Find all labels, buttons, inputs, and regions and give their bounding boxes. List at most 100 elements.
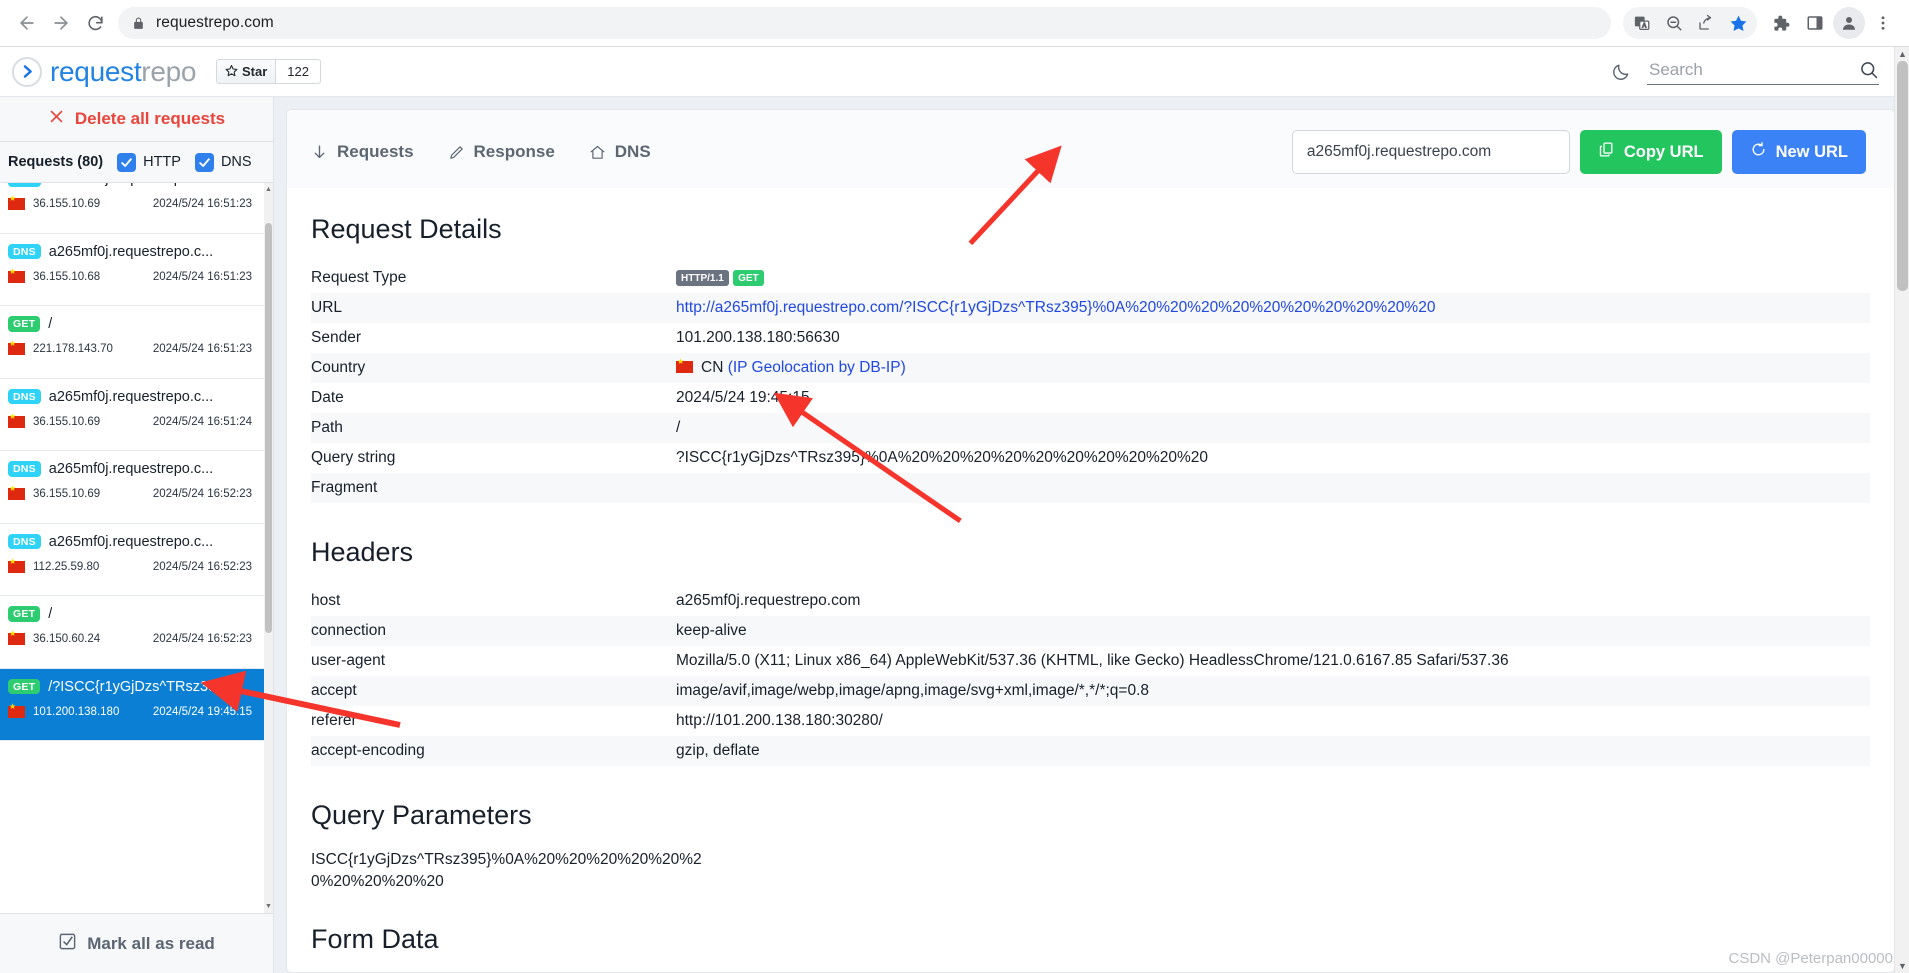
extensions-icon[interactable]	[1765, 7, 1797, 39]
star-outline-icon	[225, 64, 238, 80]
detail-value: HTTP/1.1 GET	[676, 263, 1870, 293]
detail-value: 101.200.138.180:56630	[676, 329, 840, 346]
list-item-title: a265mf0j.requestrepo.c...	[48, 533, 214, 550]
star-button[interactable]: Star	[216, 59, 277, 84]
filter-dns[interactable]: DNS	[194, 152, 252, 172]
headers-title: Headers	[311, 537, 414, 567]
filters-row: Requests (80) HTTP DNS	[0, 142, 273, 183]
list-item[interactable]: DNS a265mf0j.requestrepo.c... 36.155.10.68…	[0, 233, 264, 306]
list-item[interactable]: GET /?ISCC{r1yGjDzs^TRsz39... 101.200.138.…	[0, 668, 264, 741]
list-item[interactable]: DNS a265mf0j.requestrepo.c... 36.155.10.69…	[0, 183, 264, 234]
page-scroll-down-arrow-icon[interactable]: ▼	[1895, 959, 1909, 973]
list-item-meta: 112.25.59.80 2024/5/24 16:52:23	[8, 558, 252, 573]
scrollbar-thumb[interactable]	[265, 223, 272, 633]
scroll-up-arrow-icon[interactable]: ▲	[264, 183, 273, 196]
filter-dns-label: DNS	[220, 154, 252, 170]
checkbox-checked-icon[interactable]	[194, 152, 214, 172]
mark-all-as-read-button[interactable]: Mark all as read	[0, 913, 273, 973]
tab-response[interactable]: Response	[448, 142, 555, 162]
detail-key: Fragment	[311, 473, 676, 503]
card-toolbar: Requests Response DNS a265mf0j.requestre…	[287, 110, 1894, 188]
header-value: Mozilla/5.0 (X11; Linux x86_64) AppleWeb…	[676, 652, 1509, 669]
list-item-title: /?ISCC{r1yGjDzs^TRsz39...	[48, 678, 229, 695]
list-item[interactable]: DNS a265mf0j.requestrepo.c... 112.25.59.80…	[0, 523, 264, 596]
list-item-time: 2024/5/24 16:52:23	[152, 560, 252, 573]
new-url-button[interactable]: New URL	[1731, 130, 1866, 174]
reload-icon[interactable]	[78, 6, 112, 40]
request-url-link[interactable]: http://a265mf0j.requestrepo.com/?ISCC{r1…	[676, 299, 1435, 316]
list-item[interactable]: GET / 221.178.143.70 2024/5/24 16:51:23	[0, 306, 264, 379]
list-item-title: /	[48, 606, 53, 622]
detail-value	[676, 473, 1870, 503]
header-value: http://101.200.138.180:30280/	[676, 712, 883, 729]
search-input[interactable]	[1647, 58, 1859, 81]
side-panel-icon[interactable]	[1799, 7, 1831, 39]
moon-icon[interactable]	[1611, 62, 1631, 82]
search-box[interactable]	[1647, 58, 1879, 85]
country-code: CN	[701, 359, 724, 376]
delete-all-requests-button[interactable]: Delete all requests	[0, 97, 273, 142]
mark-all-label: Mark all as read	[87, 933, 215, 953]
header-key: user-agent	[311, 652, 386, 669]
header-key: accept	[311, 676, 676, 706]
address-bar[interactable]: requestrepo.com	[118, 7, 1611, 39]
content-card: Requests Response DNS a265mf0j.requestre…	[286, 109, 1895, 973]
translate-icon[interactable]: 文A	[1626, 7, 1658, 39]
checkbox-checked-icon[interactable]	[117, 152, 137, 172]
bookmark-star-icon[interactable]	[1722, 7, 1754, 39]
table-row: Query string ?ISCC{r1yGjDzs^TRsz395}%0A%2…	[311, 443, 1870, 473]
github-star-widget[interactable]: Star 122	[216, 59, 321, 84]
copy-url-button[interactable]: Copy URL	[1579, 130, 1722, 174]
request-details-title: Request Details	[311, 214, 502, 244]
header-right-controls	[1611, 58, 1909, 85]
list-item-time: 2024/5/24 19:45:15	[152, 705, 252, 718]
page-scroll-up-arrow-icon[interactable]: ▲	[1895, 47, 1909, 61]
header-key: host	[311, 592, 341, 609]
list-item[interactable]: GET / 36.150.60.24 2024/5/24 16:52:23	[0, 596, 264, 669]
protocol-tag: HTTP/1.1	[676, 269, 729, 286]
scroll-down-arrow-icon[interactable]: ▼	[264, 900, 273, 913]
forward-arrow-icon[interactable]	[44, 6, 78, 40]
filter-http[interactable]: HTTP	[117, 152, 181, 172]
sidebar: Delete all requests Requests (80) HTTP D…	[0, 97, 274, 973]
country-flag-icon	[8, 558, 25, 573]
list-item-header: DNS a265mf0j.requestrepo.c...	[8, 389, 252, 405]
list-item-ip: 36.155.10.68	[33, 270, 101, 283]
card-body: Request Details Request Type HTTP/1.1 GET…	[287, 188, 1894, 972]
chrome-actions: 文A	[1623, 7, 1899, 39]
chrome-menu-icon[interactable]	[1867, 7, 1899, 39]
detail-value: 2024/5/24 19:45:15	[676, 389, 810, 406]
zoom-out-icon[interactable]	[1658, 7, 1690, 39]
subdomain-url-input[interactable]	[1291, 130, 1570, 174]
back-arrow-icon[interactable]	[10, 6, 44, 40]
chevron-right-logo-icon	[12, 56, 42, 87]
list-item-meta: 36.155.10.68 2024/5/24 16:51:23	[8, 268, 252, 283]
list-item-title: a265mf0j.requestrepo.c...	[49, 183, 213, 187]
header-value: keep-alive	[676, 616, 1870, 646]
share-icon[interactable]	[1690, 7, 1722, 39]
requests-list[interactable]: DNS a265mf0j.requestrepo.c... 36.155.10.69…	[0, 183, 273, 913]
tab-dns[interactable]: DNS	[589, 142, 651, 162]
app-logo-text: requestrepo	[50, 56, 202, 88]
page-scrollbar-thumb[interactable]	[1897, 61, 1908, 291]
tab-requests[interactable]: Requests	[311, 142, 414, 162]
list-item-header: DNS a265mf0j.requestrepo.c...	[8, 244, 252, 260]
list-item[interactable]: DNS a265mf0j.requestrepo.c... 36.155.10.69…	[0, 378, 264, 451]
search-icon[interactable]	[1859, 60, 1879, 80]
list-item-meta: 101.200.138.180 2024/5/24 19:45:15	[8, 703, 252, 718]
address-bar-url: requestrepo.com	[156, 14, 274, 31]
tab-requests-label: Requests	[337, 142, 414, 161]
profile-avatar-icon[interactable]	[1833, 7, 1865, 39]
geolocation-link[interactable]: (IP Geolocation by DB-IP)	[728, 359, 906, 376]
list-item-ip: 36.150.60.24	[33, 633, 101, 645]
requests-list-scrollbar[interactable]: ▲ ▼	[264, 183, 273, 913]
app-logo[interactable]: requestrepo	[12, 56, 202, 88]
page-scrollbar[interactable]: ▲ ▼	[1894, 47, 1909, 973]
list-item[interactable]: DNS a265mf0j.requestrepo.c... 36.155.10.69…	[0, 451, 264, 524]
detail-key: Query string	[311, 449, 396, 466]
detail-key: Date	[311, 389, 344, 406]
app-header: requestrepo Star 122	[0, 47, 1909, 97]
table-row: Path /	[311, 413, 1870, 443]
list-item-header: DNS a265mf0j.requestrepo.c...	[8, 534, 252, 550]
method-badge: DNS	[8, 461, 41, 477]
